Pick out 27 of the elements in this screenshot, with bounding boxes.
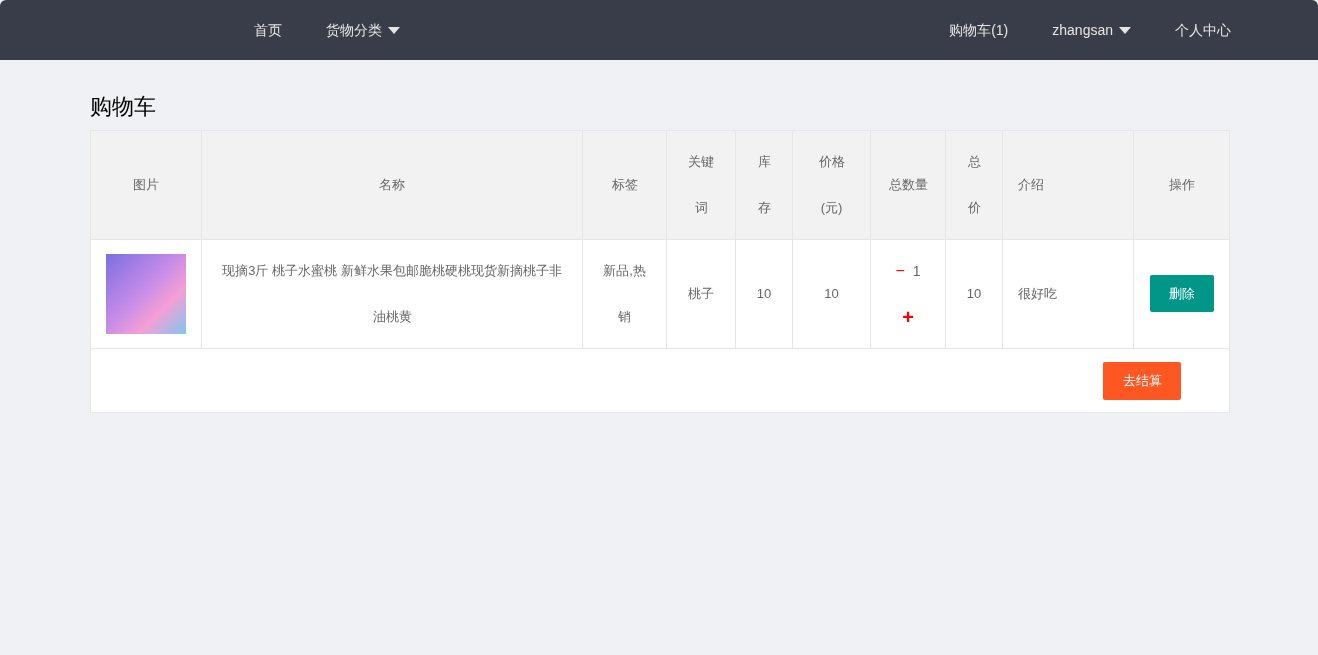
column-header: 库存 bbox=[757, 153, 771, 217]
product-keyword: 桃子 bbox=[688, 286, 714, 301]
column-header: 操作 bbox=[1168, 176, 1195, 194]
nav-link[interactable]: 首页 bbox=[254, 19, 282, 41]
unit-price: 10 bbox=[824, 286, 839, 301]
decrease-button[interactable]: − bbox=[895, 248, 905, 294]
total-price: 10 bbox=[966, 286, 982, 301]
column-header: 图片 bbox=[133, 176, 159, 194]
nav-dropdown[interactable]: zhangsan bbox=[1052, 19, 1131, 41]
column-header: 介绍 bbox=[1018, 176, 1044, 194]
nav-link[interactable]: 购物车(1) bbox=[949, 19, 1009, 41]
product-description: 很好吃 bbox=[1018, 286, 1057, 301]
column-header: 价格(元) bbox=[817, 153, 846, 217]
column-header: 名称 bbox=[379, 176, 405, 194]
column-header: 总价 bbox=[967, 153, 981, 217]
stock-count: 10 bbox=[756, 286, 772, 301]
product-tags: 新品,热销 bbox=[601, 248, 648, 340]
quantity-value: 1 bbox=[912, 262, 921, 281]
nav-dropdown[interactable]: 货物分类 bbox=[326, 19, 400, 41]
column-header: 总数量 bbox=[888, 176, 928, 194]
delete-button[interactable]: 删除 bbox=[1149, 275, 1214, 312]
product-name: 现摘3斤 桃子水蜜桃 新鲜水果包邮脆桃硬桃现货新摘桃子非油桃黄 bbox=[222, 263, 562, 324]
column-header: 关键词 bbox=[688, 153, 714, 217]
column-header: 标签 bbox=[611, 176, 638, 194]
nav-link[interactable]: 个人中心 bbox=[1175, 19, 1231, 41]
increase-button[interactable]: + bbox=[902, 294, 914, 340]
page-title: 购物车 bbox=[90, 93, 157, 121]
